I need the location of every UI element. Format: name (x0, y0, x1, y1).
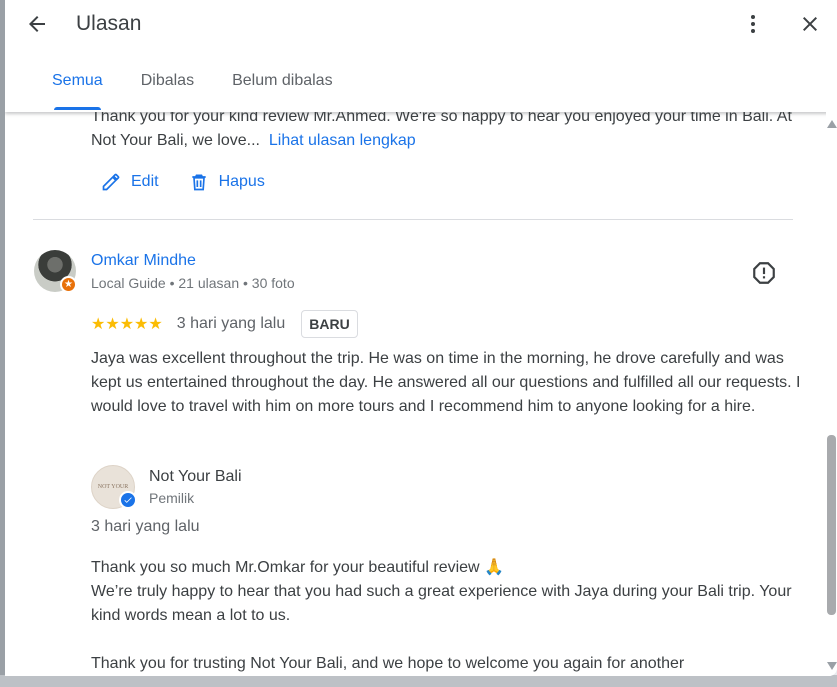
background-bottom-bar (0, 675, 837, 687)
review-filter-tabs: Semua Dibalas Belum dibalas (33, 62, 352, 112)
trash-icon (191, 174, 206, 191)
scrollbar-thumb[interactable] (827, 435, 836, 615)
see-full-review-link[interactable]: Lihat ulasan lengkap (269, 132, 416, 149)
back-button[interactable] (19, 6, 55, 42)
rating-row: ★★★★★ 3 hari yang lalu BARU (91, 310, 358, 338)
owner-reply-line-1: Thank you so much Mr.Omkar for your beau… (91, 559, 504, 576)
tab-all[interactable]: Semua (33, 62, 122, 110)
edit-reply-button[interactable]: Edit (101, 172, 159, 192)
more-options-button[interactable] (735, 6, 771, 42)
owner-reply-line-3: Thank you for trusting Not Your Bali, an… (91, 655, 685, 672)
dialog-title: Ulasan (76, 12, 142, 35)
reviewer-name[interactable]: Omkar Mindhe (91, 252, 196, 270)
verified-check-icon (119, 491, 137, 509)
close-icon (803, 17, 817, 31)
owner-reply-text: Thank you so much Mr.Omkar for your beau… (91, 556, 803, 676)
delete-reply-button[interactable]: Hapus (189, 172, 265, 192)
scrollbar[interactable] (826, 112, 837, 676)
review-date: 3 hari yang lalu (176, 315, 286, 332)
reviews-list[interactable]: Thank you for your kind review Mr.Ahmed.… (5, 112, 826, 676)
scroll-down-arrow-icon[interactable] (826, 662, 837, 670)
star-rating: ★★★★★ (91, 316, 163, 333)
owner-logo-text: NOT YOUR (97, 484, 129, 490)
dialog-header: Ulasan Semua Dibalas Belum dibalas (5, 0, 837, 112)
owner-role: Pemilik (149, 490, 195, 506)
report-review-button[interactable] (748, 257, 780, 289)
owner-reply-date: 3 hari yang lalu (91, 518, 200, 535)
scroll-up-arrow-icon[interactable] (826, 120, 837, 128)
previous-owner-reply: Thank you for your kind review Mr.Ahmed.… (91, 112, 811, 153)
owner-avatar: NOT YOUR (91, 465, 137, 509)
owner-name: Not Your Bali (149, 468, 242, 485)
delete-label: Hapus (218, 173, 265, 190)
tab-replied[interactable]: Dibalas (122, 62, 213, 110)
previous-reply-text: Thank you for your kind review Mr.Ahmed.… (91, 112, 792, 149)
tab-unreplied[interactable]: Belum dibalas (213, 62, 352, 110)
arrow-back-icon (29, 16, 45, 32)
report-icon (753, 262, 775, 284)
reviews-dialog: Ulasan Semua Dibalas Belum dibalas Thank… (5, 0, 837, 676)
more-vert-icon (751, 15, 755, 33)
pencil-icon (102, 173, 120, 191)
reviewer-meta: Local Guide • 21 ulasan • 30 foto (91, 275, 295, 291)
review-text: Jaya was excellent throughout the trip. … (91, 350, 801, 415)
local-guide-star-icon: ★ (60, 276, 77, 293)
review-divider (33, 219, 793, 220)
reviewer-avatar[interactable]: ★ (34, 250, 77, 293)
reply-actions: Edit Hapus (101, 172, 265, 192)
edit-label: Edit (131, 173, 159, 190)
new-badge: BARU (301, 310, 358, 338)
owner-reply-line-2: We’re truly happy to hear that you had s… (91, 583, 792, 624)
close-button[interactable] (792, 6, 828, 42)
